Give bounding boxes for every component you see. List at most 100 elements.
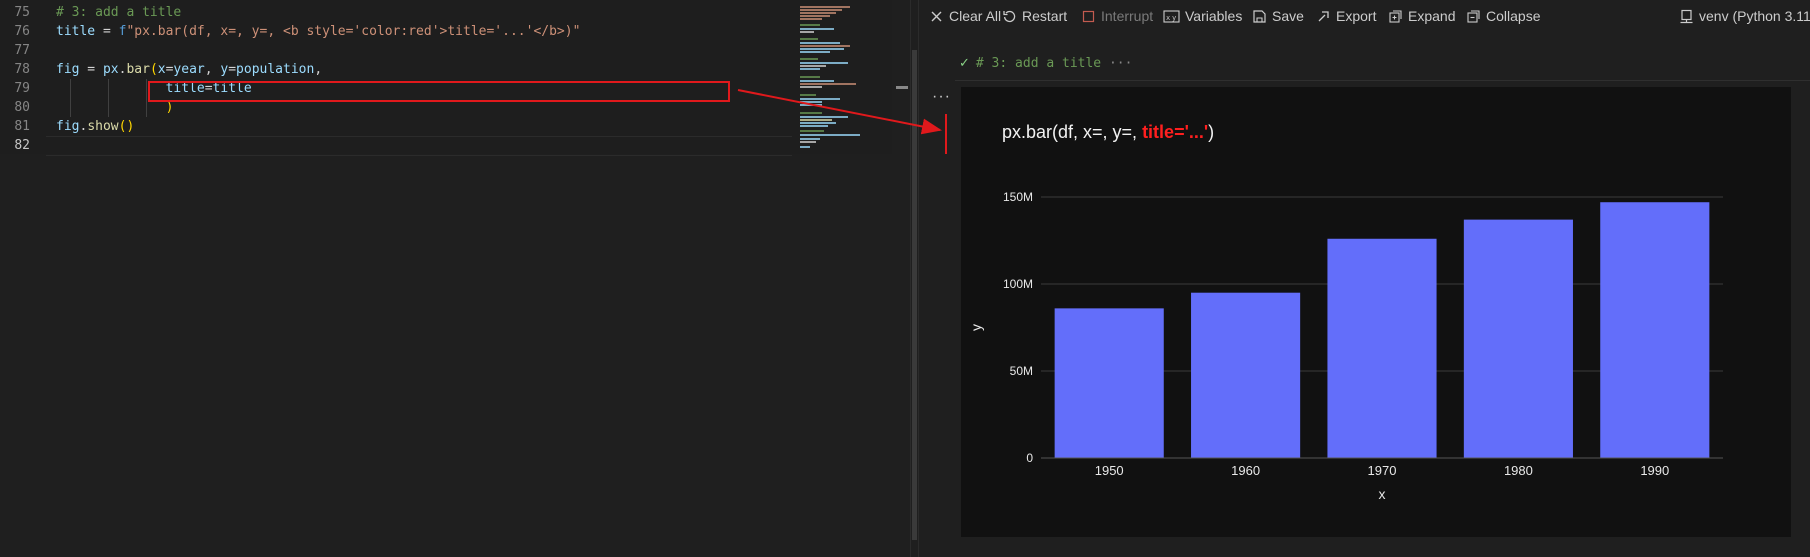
cell-divider (955, 80, 1810, 81)
minimap-line (800, 146, 810, 148)
collapse-label: Collapse (1486, 8, 1541, 24)
minimap-line (800, 12, 836, 14)
line-number: 77 (14, 43, 30, 58)
code-text: fig.show() (56, 117, 134, 136)
check-icon: ✓ (959, 56, 970, 71)
bar (1463, 219, 1573, 458)
minimap-line (800, 76, 820, 78)
code-token: () (118, 119, 135, 134)
minimap-line (800, 80, 834, 82)
clear-all-button[interactable]: Clear All (929, 7, 1001, 25)
code-token: "px.bar(df, x=, y=, <b style='color:red'… (126, 24, 581, 39)
x-tick-label: 1950 (1095, 463, 1124, 478)
current-line-highlight (46, 136, 792, 156)
x-tick-label: 1970 (1368, 463, 1397, 478)
minimap-line (800, 9, 842, 11)
code-token: bar (126, 62, 150, 77)
kernel-picker[interactable]: venv (Python 3.11.1 (1679, 7, 1810, 25)
save-icon (1252, 9, 1267, 24)
close-icon (929, 9, 944, 24)
minimap-line (800, 24, 820, 26)
code-text: fig = px.bar(x=year, y=population, (56, 60, 322, 79)
stop-icon (1081, 9, 1096, 24)
minimap-position-marker (896, 86, 908, 89)
collapse-button[interactable]: Collapse (1466, 7, 1540, 25)
minimap-line (800, 45, 850, 47)
minimap-line (800, 122, 836, 124)
y-tick-label: 0 (1026, 451, 1033, 465)
x-tick-label: 1990 (1640, 463, 1669, 478)
minimap-line (800, 6, 850, 8)
minimap-line (800, 104, 822, 106)
minimap-line (800, 116, 848, 118)
minimap-line (800, 58, 818, 60)
line-number: 75 (14, 5, 30, 20)
x-tick-label: 1960 (1231, 463, 1260, 478)
server-icon (1679, 9, 1694, 24)
code-token: px (102, 62, 119, 77)
minimap-line (800, 98, 840, 100)
minimap[interactable] (792, 0, 892, 154)
code-token: year (173, 62, 205, 77)
svg-text:x: x (1166, 14, 1170, 22)
code-token: # 3: add a title (56, 5, 182, 20)
code-area[interactable]: 75 # 3: add a title 76 title = f"px.bar(df,… (0, 0, 792, 154)
minimap-line (800, 65, 826, 67)
notebook-toolbar: Clear All Restart Interrupt xy Variables… (919, 0, 1810, 32)
code-line[interactable]: 77 (0, 41, 792, 60)
code-line[interactable]: 78 fig = px.bar(x=year, y=population, (0, 60, 792, 79)
code-token: , (204, 62, 221, 77)
line-number: 81 (14, 119, 30, 134)
minimap-line (800, 86, 822, 88)
bar-chart[interactable]: 0 50M 100M 150M 1950 1960 1970 1980 1990 x y (961, 87, 1791, 537)
code-text: # 3: add a title (56, 3, 181, 22)
kernel-label: venv (Python 3.11.1 (1699, 8, 1810, 24)
line-number: 79 (14, 81, 30, 96)
y-axis-title: y (968, 324, 984, 331)
minimap-line (800, 101, 822, 103)
minimap-line (800, 62, 848, 64)
save-button[interactable]: Save (1252, 7, 1304, 25)
collapse-icon (1466, 9, 1481, 24)
variables-button[interactable]: xy Variables (1163, 7, 1242, 25)
minimap-line (800, 18, 822, 20)
restart-icon (1002, 9, 1017, 24)
minimap-line (800, 38, 818, 40)
code-token: fig (56, 62, 80, 77)
minimap-line (800, 31, 814, 33)
code-line[interactable]: 81 fig.show() (0, 117, 792, 136)
minimap-line (800, 138, 820, 140)
restart-label: Restart (1022, 8, 1068, 24)
cell-header[interactable]: ✓ # 3: add a title ··· (959, 56, 1132, 71)
cell-more-button[interactable]: ··· (1109, 56, 1132, 71)
code-line[interactable]: 75 # 3: add a title (0, 3, 792, 22)
editor-scroll-thumb[interactable] (912, 50, 917, 540)
code-token: x (157, 62, 166, 77)
code-text: title = f"px.bar(df, x=, y=, <b style='c… (56, 22, 580, 41)
expand-button[interactable]: Expand (1388, 7, 1455, 25)
code-token: = (79, 62, 103, 77)
code-token: ( (149, 62, 158, 77)
annotation-highlight-box (148, 81, 730, 102)
code-token: = (95, 24, 119, 39)
minimap-line (800, 112, 822, 114)
interrupt-button[interactable]: Interrupt (1081, 7, 1153, 25)
line-number: 80 (14, 100, 30, 115)
export-button[interactable]: Export (1316, 7, 1376, 25)
minimap-line (800, 42, 840, 44)
minimap-line (800, 134, 860, 136)
line-number: 76 (14, 24, 30, 39)
interrupt-label: Interrupt (1101, 8, 1154, 24)
output-more-button[interactable]: ··· (932, 88, 951, 106)
minimap-line (800, 94, 816, 96)
restart-button[interactable]: Restart (1002, 7, 1067, 25)
code-line[interactable]: 76 title = f"px.bar(df, x=, y=, <b style=… (0, 22, 792, 41)
code-token: ) (165, 100, 174, 115)
bar (1054, 308, 1164, 458)
minimap-line (800, 119, 832, 121)
y-tick-label: 50M (1010, 364, 1033, 378)
code-editor[interactable]: 75 # 3: add a title 76 title = f"px.bar(df,… (0, 0, 910, 557)
y-tick-label: 100M (1003, 277, 1033, 291)
x-axis-title: x (1379, 486, 1386, 502)
